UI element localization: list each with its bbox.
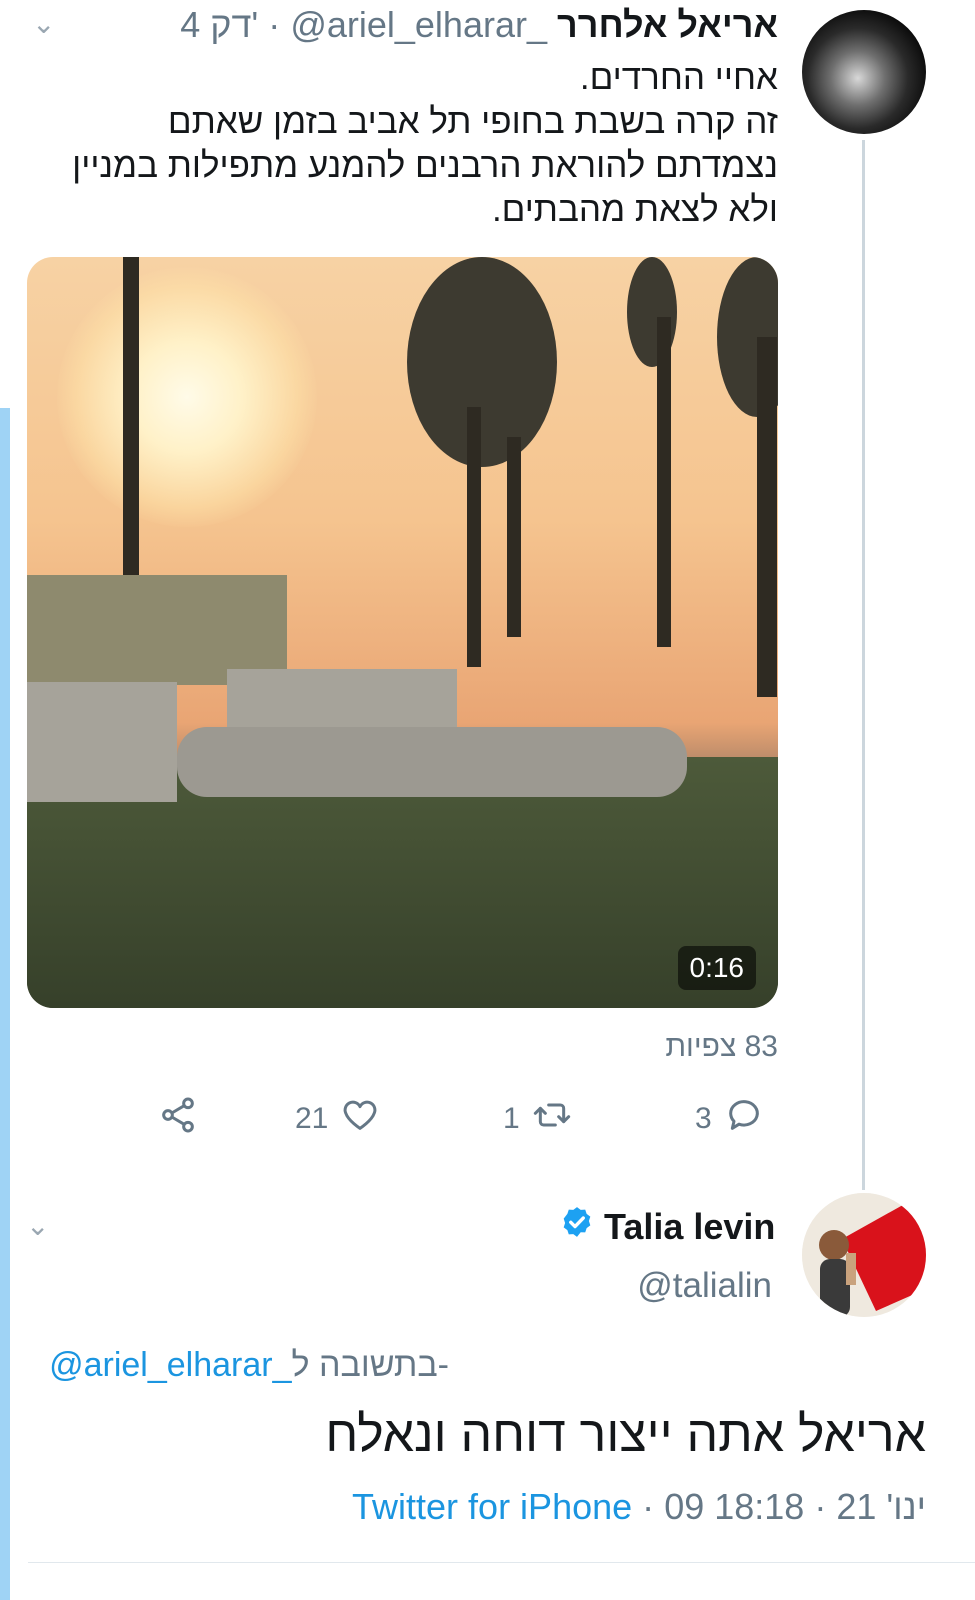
avatar[interactable] (802, 1193, 926, 1317)
user-name[interactable]: אריאל אלחרר (557, 4, 778, 45)
separator: · (642, 1486, 655, 1527)
avatar-image (802, 1193, 926, 1317)
user-handle[interactable]: @talialin (637, 1266, 772, 1306)
reply-context: @ariel_elharar_בתשובה ל- (49, 1346, 449, 1385)
tweet-text-line: נצמדתם להוראת הרבנים להמנע מתפילות במניי… (72, 146, 778, 185)
verified-badge-icon (560, 1205, 594, 1248)
like-button[interactable]: 21 (295, 1095, 380, 1143)
separator: · (814, 1486, 827, 1527)
like-count: 21 (295, 1102, 329, 1135)
chevron-down-icon[interactable]: ⌄ (32, 10, 55, 38)
tweet-meta: Twitter for iPhone · 09 ינו' 21 · 18:18 (352, 1486, 926, 1528)
video-frame-palm (507, 437, 521, 637)
share-icon (158, 1095, 198, 1143)
avatar[interactable] (802, 10, 926, 134)
video-frame-palm (123, 257, 139, 577)
view-count: 83 צפיות (665, 1030, 778, 1063)
tweet-text: אחיי החרדים. זה קרה בשבת בחופי תל אביב ב… (18, 56, 778, 232)
reply-icon (724, 1095, 764, 1143)
user-handle[interactable]: @ariel_elharar_ (290, 4, 547, 45)
user-name-row: Talia levin (560, 1205, 775, 1248)
video-frame-palm (757, 337, 777, 697)
user-name[interactable]: Talia levin (604, 1206, 775, 1248)
reply-button[interactable]: 3 (695, 1095, 764, 1143)
reply-count: 3 (695, 1102, 712, 1135)
separator: · (268, 4, 281, 45)
video-player[interactable]: 0:16 (27, 257, 778, 1008)
tweet-time[interactable]: 4 דק' (180, 4, 258, 45)
tweet-header: 4 דק' · @ariel_elharar_ אריאל אלחרר (180, 4, 778, 46)
thread-connector-line (862, 140, 865, 1190)
left-accent-bar (0, 408, 10, 1600)
retweet-count: 1 (503, 1102, 520, 1135)
video-frame-wall (27, 682, 177, 802)
reply-to-handle[interactable]: @ariel_elharar_ (49, 1346, 291, 1384)
retweet-icon (532, 1095, 572, 1143)
tweet-time: 18:18 (714, 1486, 805, 1527)
tweet-actions: 3 1 21 (150, 1095, 790, 1145)
reply-prefix: בתשובה ל- (291, 1346, 449, 1384)
video-frame-sun (57, 267, 317, 527)
chevron-down-icon[interactable]: ⌄ (26, 1212, 49, 1240)
video-frame-palm (657, 317, 671, 647)
video-frame-palm (467, 407, 481, 667)
like-icon (340, 1095, 380, 1143)
tweet-text-line: אחיי החרדים. (579, 58, 778, 97)
retweet-button[interactable]: 1 (503, 1095, 572, 1143)
tweet-text-line: זה קרה בשבת בחופי תל אביב בזמן שאתם (167, 102, 778, 141)
video-frame-wall (177, 727, 687, 797)
video-duration: 0:16 (677, 946, 756, 990)
tweet-source[interactable]: Twitter for iPhone (352, 1486, 632, 1527)
divider (28, 1562, 975, 1563)
tweet-text: אריאל אתה ייצור דוחה ונאלח (325, 1406, 926, 1462)
share-button[interactable] (158, 1095, 198, 1143)
tweet-text-line: ולא לצאת מהבתים. (491, 190, 778, 229)
video-frame-palm (407, 257, 557, 467)
